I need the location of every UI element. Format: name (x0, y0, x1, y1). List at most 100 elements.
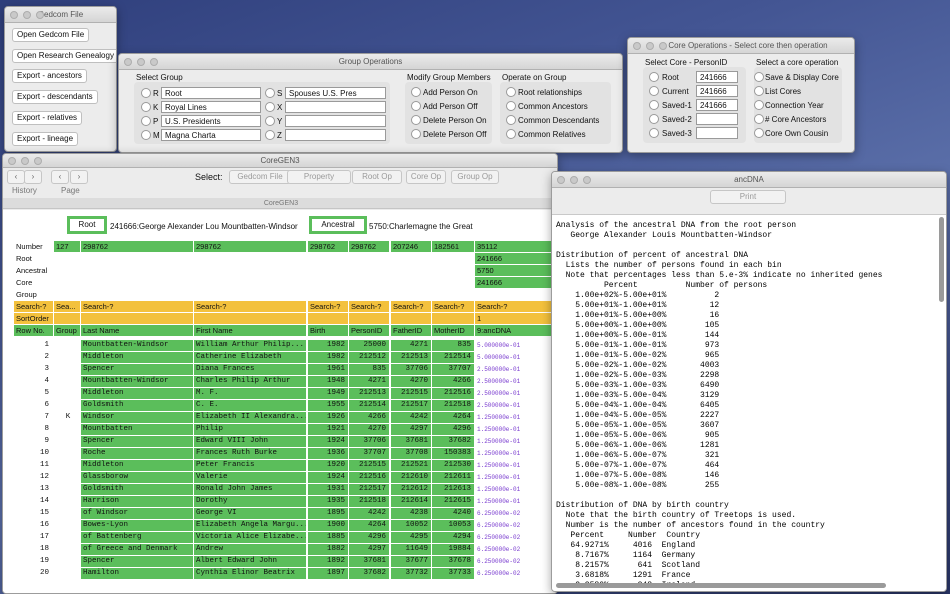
table-cell-7-8[interactable]: 1.250000e-01 (475, 424, 557, 435)
minimize-icon[interactable] (23, 11, 31, 19)
table-cell-3-1[interactable] (54, 376, 80, 387)
table-cell-0-5[interactable]: 25000 (349, 340, 389, 351)
table-cell-9-8[interactable]: 1.250000e-01 (475, 448, 557, 459)
group-title-bar[interactable]: Group Operations (119, 54, 622, 70)
table-cell-6-2[interactable]: Windsor (81, 412, 193, 423)
table-cell-4-2[interactable]: Middleton (81, 388, 193, 399)
table-cell-6-5[interactable]: 4266 (349, 412, 389, 423)
summary-cell-0-4[interactable]: 298762 (308, 241, 348, 252)
table-cell-17-0[interactable]: 18 (14, 544, 53, 555)
table-cell-19-8[interactable]: 6.250000e-02 (475, 568, 557, 579)
history-forward-button[interactable]: › (24, 170, 42, 184)
vertical-scrollbar[interactable] (939, 217, 944, 302)
modify-radio-0[interactable] (411, 87, 421, 97)
table-cell-6-7[interactable]: 4264 (432, 412, 474, 423)
modify-option-2[interactable]: Delete Person On (423, 116, 487, 125)
table-cell-11-6[interactable]: 212610 (391, 472, 431, 483)
table-cell-16-6[interactable]: 4295 (391, 532, 431, 543)
table-cell-9-6[interactable]: 37708 (391, 448, 431, 459)
core-op-radio-0[interactable] (754, 72, 764, 82)
summary-cell-4-1[interactable] (54, 289, 80, 300)
gedcom-button-2[interactable]: Export - ancestors (12, 69, 87, 83)
table-cell-11-3[interactable]: Valerie (194, 472, 306, 483)
table-cell-3-4[interactable]: 1948 (308, 376, 348, 387)
table-cell-10-3[interactable]: Peter Francis (194, 460, 306, 471)
table-cell-8-1[interactable] (54, 436, 80, 447)
table-cell-17-5[interactable]: 4297 (349, 544, 389, 555)
search-field-2[interactable]: Search-? (81, 301, 193, 312)
core-radio-4[interactable] (649, 128, 659, 138)
group-field-2[interactable]: U.S. Presidents (161, 115, 261, 127)
toolbar-button-3[interactable]: Core Op (406, 170, 446, 184)
column-header-4[interactable]: Birth (308, 325, 348, 336)
table-cell-12-3[interactable]: Ronald John James (194, 484, 306, 495)
table-cell-14-5[interactable]: 4242 (349, 508, 389, 519)
table-cell-18-3[interactable]: Albert Edward John (194, 556, 306, 567)
table-cell-3-7[interactable]: 4266 (432, 376, 474, 387)
table-cell-19-3[interactable]: Cynthia Elinor Beatrix (194, 568, 306, 579)
table-cell-3-2[interactable]: Mountbatten-Windsor (81, 376, 193, 387)
table-cell-10-4[interactable]: 1920 (308, 460, 348, 471)
summary-cell-2-2[interactable] (81, 265, 193, 276)
group-radio-3[interactable] (141, 130, 151, 140)
table-cell-12-6[interactable]: 212612 (391, 484, 431, 495)
sortorder-cell-4[interactable] (308, 313, 348, 324)
search-field-4[interactable]: Search-? (308, 301, 348, 312)
operate-radio-2[interactable] (506, 115, 516, 125)
table-cell-15-5[interactable]: 4264 (349, 520, 389, 531)
table-cell-5-3[interactable]: C. E. (194, 400, 306, 411)
summary-cell-3-8[interactable]: 241666 (475, 277, 557, 288)
group-field-right-3[interactable] (285, 129, 386, 141)
summary-cell-1-8[interactable]: 241666 (475, 253, 557, 264)
operate-radio-3[interactable] (506, 129, 516, 139)
table-cell-16-8[interactable]: 6.250000e-02 (475, 532, 557, 543)
close-icon[interactable] (124, 58, 132, 66)
core-op-1[interactable]: List Cores (765, 87, 801, 96)
table-cell-10-1[interactable] (54, 460, 80, 471)
search-field-5[interactable]: Search-? (349, 301, 389, 312)
close-icon[interactable] (10, 11, 18, 19)
table-cell-13-8[interactable]: 1.250000e-01 (475, 496, 557, 507)
close-icon[interactable] (633, 42, 641, 50)
minimize-icon[interactable] (570, 176, 578, 184)
column-header-3[interactable]: First Name (194, 325, 306, 336)
table-cell-15-2[interactable]: Bowes-Lyon (81, 520, 193, 531)
table-cell-2-3[interactable]: Diana Frances (194, 364, 306, 375)
window-controls[interactable] (557, 176, 591, 184)
table-cell-8-6[interactable]: 37681 (391, 436, 431, 447)
table-cell-10-5[interactable]: 212515 (349, 460, 389, 471)
table-cell-8-7[interactable]: 37682 (432, 436, 474, 447)
core-radio-1[interactable] (649, 86, 659, 96)
table-cell-3-0[interactable]: 4 (14, 376, 53, 387)
table-cell-18-0[interactable]: 19 (14, 556, 53, 567)
page-back-button[interactable]: ‹ (51, 170, 69, 184)
table-cell-16-0[interactable]: 17 (14, 532, 53, 543)
table-cell-9-3[interactable]: Frances Ruth Burke (194, 448, 306, 459)
table-cell-1-8[interactable]: 5.000000e-01 (475, 352, 557, 363)
table-cell-19-5[interactable]: 37682 (349, 568, 389, 579)
table-cell-14-3[interactable]: George VI (194, 508, 306, 519)
zoom-icon[interactable] (150, 58, 158, 66)
core-value-0[interactable]: 241666 (696, 71, 738, 83)
toolbar-button-1[interactable]: Property (287, 170, 351, 184)
summary-cell-1-5[interactable] (349, 253, 389, 264)
core-value-4[interactable] (696, 127, 738, 139)
table-cell-1-2[interactable]: Middleton (81, 352, 193, 363)
summary-cell-3-6[interactable] (391, 277, 431, 288)
table-cell-8-3[interactable]: Edward VIII John (194, 436, 306, 447)
operate-option-0[interactable]: Root relationships (518, 88, 582, 97)
table-cell-1-4[interactable]: 1982 (308, 352, 348, 363)
table-cell-14-8[interactable]: 6.250000e-02 (475, 508, 557, 519)
page-forward-button[interactable]: › (70, 170, 88, 184)
table-cell-0-0[interactable]: 1 (14, 340, 53, 351)
table-cell-13-2[interactable]: Harrison (81, 496, 193, 507)
modify-radio-2[interactable] (411, 115, 421, 125)
zoom-icon[interactable] (36, 11, 44, 19)
table-cell-9-0[interactable]: 10 (14, 448, 53, 459)
table-cell-4-3[interactable]: M. F. (194, 388, 306, 399)
zoom-icon[interactable] (659, 42, 667, 50)
table-cell-7-5[interactable]: 4270 (349, 424, 389, 435)
gedcom-button-0[interactable]: Open Gedcom File (12, 28, 90, 42)
table-cell-16-1[interactable] (54, 532, 80, 543)
table-cell-19-6[interactable]: 37732 (391, 568, 431, 579)
